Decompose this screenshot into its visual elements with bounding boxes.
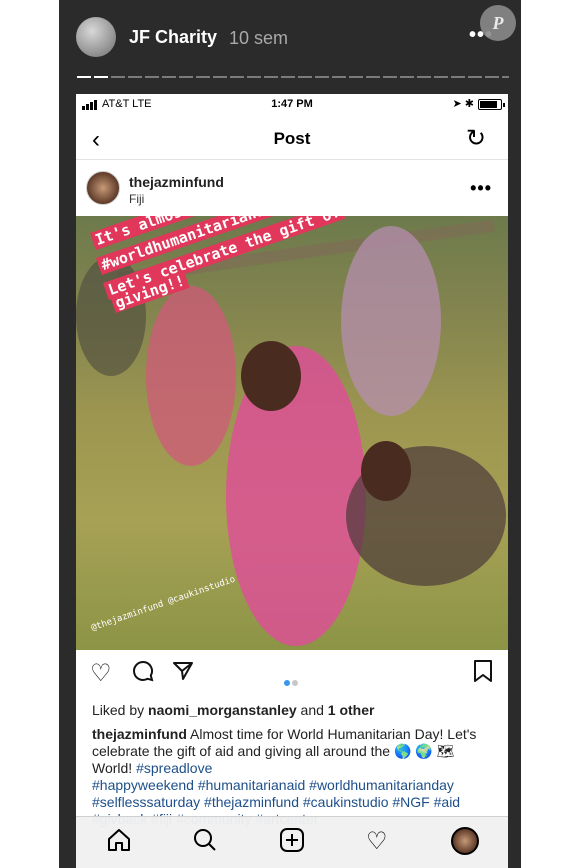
likes-user[interactable]: naomi_morganstanley [148,702,297,718]
home-icon[interactable] [106,827,132,860]
caption-username[interactable]: thejazminfund [92,726,187,742]
likes-and: and [300,702,324,718]
bookmark-icon[interactable] [472,659,494,690]
post-header: thejazminfund Fiji ••• [76,161,508,217]
add-icon[interactable] [279,827,305,860]
screenshot-phone: AT&T LTE 1:47 PM ➤ ✱ ‹ Post ↻ thejazminf… [76,94,508,868]
p-badge-icon[interactable]: P [480,5,516,41]
status-bar: AT&T LTE 1:47 PM ➤ ✱ [76,94,508,116]
likes-other[interactable]: 1 other [328,702,375,718]
heart-icon[interactable]: ♡ [90,659,112,688]
heart-icon[interactable]: ♡ [366,827,388,856]
story-viewer: JF Charity 10 sem ••• P AT&T LTE 1:47 PM… [59,0,521,868]
comment-icon[interactable] [131,659,155,690]
battery-icon [478,99,505,110]
profile-avatar[interactable] [451,827,479,855]
post-actions: ♡ [76,650,508,700]
status-time: 1:47 PM [271,98,313,110]
story-progress-fill [77,76,111,78]
story-avatar[interactable] [76,17,116,57]
caption-hashtag[interactable]: #spreadlove [136,760,212,776]
story-account-name[interactable]: JF Charity [129,27,217,48]
post-username[interactable]: thejazminfund [129,174,224,190]
carousel-indicator [283,673,299,691]
location-bluetooth-icon: ➤ ✱ [452,98,475,110]
page-title: Post [273,129,311,148]
likes-line: Liked by naomi_morganstanley and 1 other [92,702,374,718]
story-progress-bar [77,76,509,78]
story-timestamp: 10 sem [229,28,289,48]
refresh-icon[interactable]: ↻ [466,124,486,153]
likes-prefix: Liked by [92,702,145,718]
story-header: JF Charity 10 sem ••• [59,0,521,70]
nav-bar: ‹ Post ↻ [76,116,508,160]
post-location[interactable]: Fiji [129,192,144,206]
avatar[interactable] [86,171,120,205]
photo-credit: @thejazminfund @caukinstudio [90,574,237,634]
search-icon[interactable] [192,827,218,860]
carousel-dot-active [284,680,290,686]
bottom-tab-bar: ♡ [76,816,508,868]
ellipsis-icon[interactable]: ••• [470,178,492,199]
post-caption: thejazminfund Almost time for World Huma… [92,726,497,828]
carousel-dot [292,680,298,686]
send-icon[interactable] [171,659,195,690]
post-photo[interactable]: It's almost #worldhumanitarianday !! Let… [76,216,508,650]
